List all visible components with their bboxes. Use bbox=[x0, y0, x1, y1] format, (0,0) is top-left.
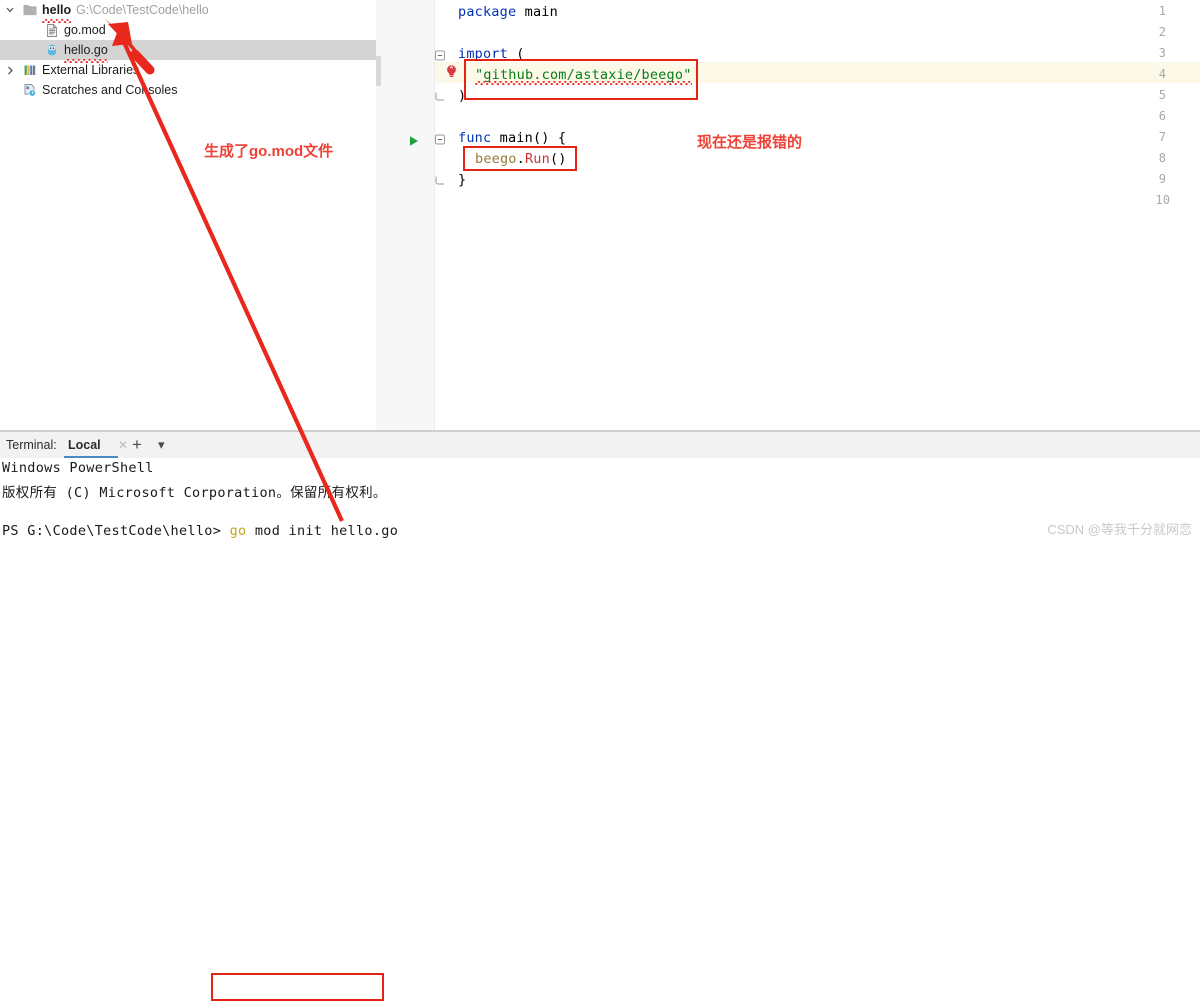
token-package-name: main bbox=[516, 4, 558, 20]
folder-icon bbox=[22, 0, 38, 20]
chevron-down-icon[interactable]: ▾ bbox=[158, 432, 165, 458]
editor-gutter[interactable] bbox=[376, 0, 435, 430]
go-gopher-icon bbox=[44, 40, 60, 60]
annotation-right: 现在还是报错的 bbox=[697, 134, 803, 151]
tree-label-go-mod: go.mod bbox=[64, 23, 106, 37]
fold-end-icon[interactable] bbox=[434, 88, 446, 109]
project-tree-panel[interactable]: hello G:\Code\TestCode\hello go.mod hell… bbox=[0, 0, 376, 430]
line-number: 10 bbox=[1155, 193, 1170, 207]
redbox-terminal-command bbox=[211, 973, 384, 1001]
error-bulb-icon[interactable] bbox=[444, 64, 459, 79]
terminal-prompt-line: PS G:\Code\TestCode\hello> go mod init h… bbox=[2, 523, 398, 539]
top-area: hello G:\Code\TestCode\hello go.mod hell… bbox=[0, 0, 1200, 430]
terminal-line-1: Windows PowerShell bbox=[2, 460, 154, 476]
libraries-icon bbox=[22, 60, 38, 80]
redbox-import-string bbox=[464, 59, 698, 100]
token-func-keyword: func bbox=[458, 130, 492, 146]
line-number: 6 bbox=[1158, 109, 1166, 123]
terminal-line-2: 版权所有 (C) Microsoft Corporation。保留所有权利。 bbox=[2, 485, 387, 501]
line-number: 9 bbox=[1158, 172, 1166, 186]
tree-path-hello: G:\Code\TestCode\hello bbox=[76, 3, 209, 17]
line-number: 7 bbox=[1158, 130, 1166, 144]
terminal-body[interactable]: Windows PowerShell 版权所有 (C) Microsoft Co… bbox=[0, 458, 1200, 1001]
tree-row-external-libraries[interactable]: External Libraries bbox=[0, 60, 376, 80]
annotation-left: 生成了go.mod文件 bbox=[204, 143, 334, 160]
token-close-brace: } bbox=[458, 172, 467, 188]
line-number: 4 bbox=[1158, 67, 1166, 81]
terminal-tab-local[interactable]: Local bbox=[68, 432, 101, 458]
tree-row-go-mod[interactable]: go.mod bbox=[0, 20, 376, 40]
chevron-right-icon[interactable] bbox=[4, 60, 16, 80]
tree-label-external-libraries: External Libraries bbox=[42, 63, 140, 77]
line-number: 5 bbox=[1158, 88, 1166, 102]
terminal-cmd-args: mod init hello.go bbox=[246, 523, 399, 539]
ide-window: hello G:\Code\TestCode\hello go.mod hell… bbox=[0, 0, 1200, 1001]
tree-row-hello[interactable]: hello G:\Code\TestCode\hello bbox=[0, 0, 376, 20]
fold-end-icon[interactable] bbox=[434, 172, 446, 193]
close-icon[interactable]: ✕ bbox=[118, 432, 128, 458]
file-document-icon bbox=[44, 20, 60, 40]
code-line-7: func main() { bbox=[458, 130, 566, 146]
gutter-marker bbox=[376, 56, 381, 86]
tree-label-scratches-and-consoles: Scratches and Consoles bbox=[42, 83, 178, 97]
plus-icon[interactable]: + bbox=[132, 432, 142, 458]
fold-minus-icon[interactable] bbox=[434, 130, 446, 151]
code-line-9: } bbox=[458, 172, 466, 188]
chevron-down-icon[interactable] bbox=[4, 0, 16, 20]
terminal-header: Terminal: Local ✕ + ▾ bbox=[0, 432, 1200, 459]
token-func-signature: main() { bbox=[491, 130, 567, 146]
terminal-prompt: PS G:\Code\TestCode\hello> bbox=[2, 523, 222, 539]
code-line-1: package main bbox=[458, 4, 558, 20]
redbox-beego-run bbox=[463, 146, 577, 171]
tree-row-hello-go[interactable]: hello.go bbox=[0, 40, 376, 60]
line-number: 8 bbox=[1158, 151, 1166, 165]
line-number: 2 bbox=[1158, 25, 1166, 39]
terminal-title: Terminal: bbox=[6, 438, 57, 452]
watermark: CSDN @等我千分就网恋 bbox=[1047, 522, 1192, 537]
line-number: 1 bbox=[1158, 4, 1166, 18]
tree-row-scratches-and-consoles[interactable]: Scratches and Consoles bbox=[0, 80, 376, 100]
scratches-icon bbox=[22, 80, 38, 100]
run-gutter-icon[interactable] bbox=[408, 134, 420, 146]
token-package-keyword: package bbox=[458, 4, 517, 20]
terminal-cmd-go: go bbox=[229, 523, 247, 539]
line-number: 3 bbox=[1158, 46, 1166, 60]
